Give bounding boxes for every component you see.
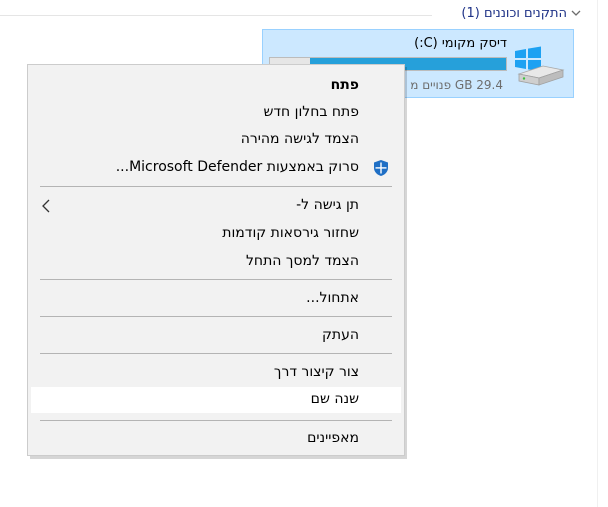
menu-item-label: פתח בחלון חדש	[263, 104, 359, 120]
drive-name: דיסק מקומי (C:)	[414, 36, 507, 51]
devices-and-drives-group-header[interactable]: התקנים וכוננים (1)	[0, 3, 585, 27]
menu-item-rename[interactable]: שנה שם	[31, 387, 401, 413]
menu-separator	[40, 353, 392, 354]
chevron-down-icon[interactable]	[569, 6, 583, 20]
menu-item-open-new-window[interactable]: פתח בחלון חדש	[31, 100, 401, 126]
defender-shield-icon	[374, 160, 388, 176]
menu-item-format[interactable]: אתחול...	[31, 286, 401, 312]
menu-item-properties[interactable]: מאפיינים	[31, 426, 401, 452]
menu-item-label: מאפיינים	[307, 430, 359, 446]
menu-item-label: הצמד למסך התחל	[245, 253, 359, 269]
menu-item-label: העתק	[321, 327, 359, 343]
menu-item-label: פתח	[330, 77, 359, 93]
menu-separator	[40, 316, 392, 317]
menu-item-pin-quick-access[interactable]: הצמד לגישה מהירה	[31, 127, 401, 153]
menu-item-open[interactable]: פתח	[31, 73, 401, 99]
context-menu: פתח פתח בחלון חדש הצמד לגישה מהירה סרוק …	[27, 64, 405, 456]
submenu-arrow-icon	[42, 199, 50, 213]
menu-item-label: תן גישה ל-	[296, 197, 359, 213]
menu-item-create-shortcut[interactable]: צור קיצור דרך	[31, 360, 401, 386]
menu-item-label: שחזור גירסאות קודמות	[222, 225, 359, 241]
window-right-edge	[597, 0, 608, 507]
menu-item-scan-defender[interactable]: סרוק באמצעות Microsoft Defender...	[31, 155, 401, 181]
menu-item-restore-previous-versions[interactable]: שחזור גירסאות קודמות	[31, 221, 401, 247]
menu-item-copy[interactable]: העתק	[31, 323, 401, 349]
menu-item-label: אתחול...	[306, 290, 359, 306]
menu-item-give-access[interactable]: תן גישה ל-	[31, 193, 401, 219]
menu-separator	[40, 186, 392, 187]
menu-item-label: שנה שם	[310, 391, 359, 407]
group-divider-line	[0, 15, 432, 16]
group-title: התקנים וכוננים (1)	[461, 6, 567, 21]
menu-item-label: צור קיצור דרך	[273, 364, 359, 380]
menu-item-label: הצמד לגישה מהירה	[240, 131, 359, 147]
menu-item-pin-to-start[interactable]: הצמד למסך התחל	[31, 249, 401, 275]
menu-separator	[40, 420, 392, 421]
drive-free-space: 29.4 GB פנויים מ	[410, 78, 503, 92]
windows-drive-icon	[515, 46, 565, 86]
menu-separator	[40, 279, 392, 280]
menu-item-label: סרוק באמצעות Microsoft Defender...	[115, 159, 359, 175]
